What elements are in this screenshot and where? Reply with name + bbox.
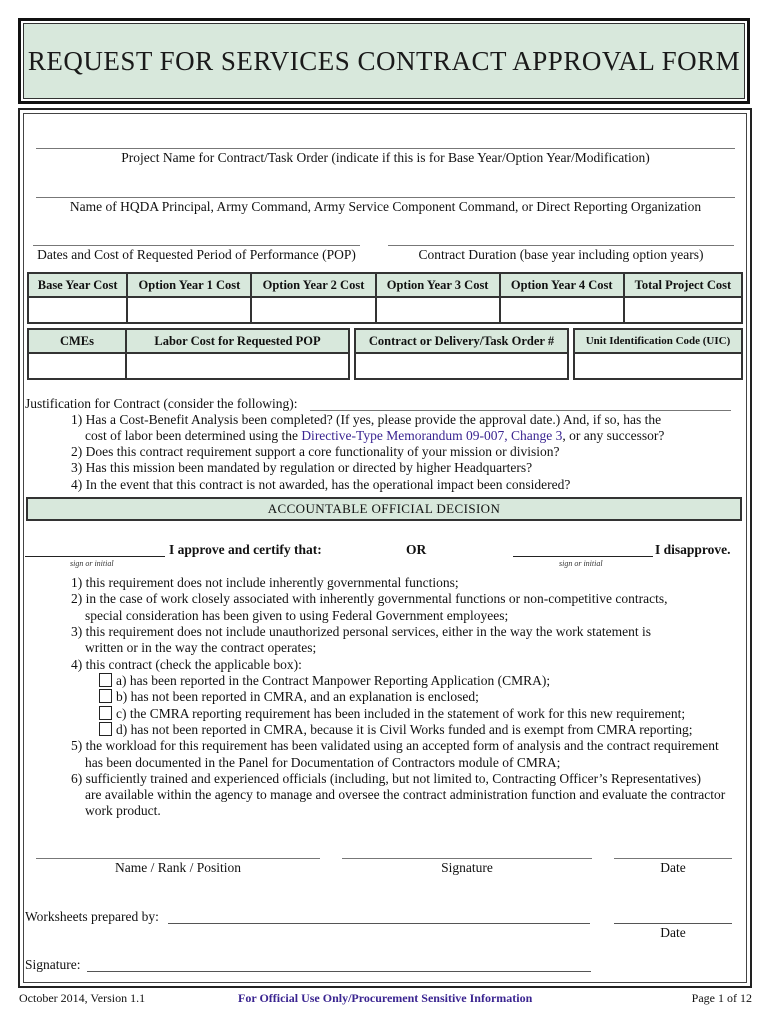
approve-sign-input[interactable] [25, 556, 165, 557]
decision-section-header: Accountable Official Decision [26, 497, 742, 521]
hqda-input[interactable] [36, 197, 735, 198]
disapprove-sign-input[interactable] [513, 556, 653, 557]
signature2-input[interactable] [87, 971, 591, 972]
date2-input[interactable] [614, 923, 732, 924]
col-uic: Unit Identification Code (UIC) [573, 328, 743, 354]
cost-table: Base Year Cost Option Year 1 Cost Option… [26, 272, 744, 324]
order-table: Contract or Delivery/Task Order # [354, 328, 569, 380]
pop-input[interactable] [33, 245, 360, 246]
title-banner: Request for Services Contract Approval F… [18, 18, 750, 104]
approve-label: I approve and certify that: [169, 542, 322, 557]
cert-item-4c: c) the CMRA reporting requirement has be… [116, 706, 686, 721]
cert-item-5: 5) the workload for this requirement has… [71, 738, 719, 753]
col-order-number: Contract or Delivery/Task Order # [354, 328, 569, 354]
justification-item-1-cont: cost of labor been determined using the … [85, 428, 664, 444]
uic-table: Unit Identification Code (UIC) [573, 328, 743, 380]
col-base-year: Base Year Cost [26, 272, 129, 298]
footer-page-number: Page 1 of 12 [691, 991, 752, 1005]
title-banner-inner: Request for Services Contract Approval F… [23, 23, 745, 99]
name-rank-position-label: Name / Rank / Position [115, 860, 241, 875]
total-project-cost-input[interactable] [622, 296, 744, 324]
cert-item-3: 3) this requirement does not include una… [71, 624, 651, 639]
col-option-year-4: Option Year 4 Cost [498, 272, 625, 298]
justification-item-1-suffix: , or any successor? [562, 428, 665, 443]
cert-item-3-cont: written or in the way the contract opera… [85, 640, 317, 655]
decision-section-title: Accountable Official Decision [267, 501, 501, 516]
col-cmes: CMEs [27, 328, 127, 354]
justification-item-2: 2) Does this contract requirement suppor… [71, 444, 560, 459]
signature-label: Signature [441, 860, 493, 875]
duration-label: Contract Duration (base year including o… [418, 247, 704, 262]
footer-version: October 2014, Version 1.1 [19, 991, 146, 1005]
disapprove-sign-hint: sign or initial [559, 559, 603, 568]
dtm-link[interactable]: Directive-Type Memorandum 09-007, Change… [301, 428, 562, 443]
labor-cost-input[interactable] [125, 352, 350, 380]
checkbox-4a[interactable] [99, 673, 112, 687]
col-labor-cost: Labor Cost for Requested POP [125, 328, 350, 354]
project-name-input[interactable] [36, 148, 735, 149]
cert-item-6-cont2: work product. [85, 803, 161, 818]
disapprove-label: I disapprove. [655, 542, 731, 557]
worksheets-input[interactable] [168, 923, 590, 924]
uic-input[interactable] [573, 352, 743, 380]
worksheets-label: Worksheets prepared by: [25, 909, 159, 924]
name-rank-position-input[interactable] [36, 858, 320, 859]
checkbox-4b[interactable] [99, 689, 112, 703]
col-option-year-3: Option Year 3 Cost [374, 272, 501, 298]
pop-label: Dates and Cost of Requested Period of Pe… [37, 247, 356, 262]
order-number-input[interactable] [354, 352, 569, 380]
cert-item-2: 2) in the case of work closely associate… [71, 591, 668, 606]
justification-item-4: 4) In the event that this contract is no… [71, 477, 571, 492]
checkbox-4c[interactable] [99, 706, 112, 720]
approve-sign-hint: sign or initial [70, 559, 114, 568]
hqda-label: Name of HQDA Principal, Army Command, Ar… [69, 199, 702, 214]
form-frame [18, 108, 752, 988]
cert-item-6: 6) sufficiently trained and experienced … [71, 771, 701, 786]
option-year-3-cost-input[interactable] [374, 296, 501, 324]
option-year-2-cost-input[interactable] [250, 296, 377, 324]
cert-item-4d: d) has not been reported in CMRA, becaus… [116, 722, 693, 737]
cert-item-4b: b) has not been reported in CMRA, and an… [116, 689, 479, 704]
page-title: Request for Services Contract Approval F… [27, 45, 741, 76]
justification-label: Justification for Contract (consider the… [25, 396, 298, 411]
duration-input[interactable] [388, 245, 734, 246]
cert-item-6-cont: are available within the agency to manag… [85, 787, 726, 802]
cmes-input[interactable] [27, 352, 127, 380]
form-frame-inner [23, 113, 747, 983]
justification-item-1: 1) Has a Cost-Benefit Analysis been comp… [71, 412, 662, 427]
option-year-1-cost-input[interactable] [126, 296, 253, 324]
col-option-year-1: Option Year 1 Cost [126, 272, 253, 298]
col-total-cost: Total Project Cost [622, 272, 744, 298]
cert-item-5-cont: has been documented in the Panel for Doc… [85, 755, 561, 770]
signature2-label: Signature: [25, 957, 81, 972]
option-year-4-cost-input[interactable] [498, 296, 625, 324]
labor-table: CMEs Labor Cost for Requested POP [27, 328, 350, 380]
base-year-cost-input[interactable] [26, 296, 129, 324]
date-input[interactable] [614, 858, 732, 859]
justification-input[interactable] [310, 410, 731, 411]
cert-item-2-cont: special consideration has been given to … [85, 608, 509, 623]
col-option-year-2: Option Year 2 Cost [250, 272, 377, 298]
cert-item-1: 1) this requirement does not include inh… [71, 575, 459, 590]
checkbox-4d[interactable] [99, 722, 112, 736]
justification-item-1-prefix: cost of labor been determined using the [85, 428, 302, 443]
date-label: Date [660, 860, 686, 875]
footer-classification: For Official Use Only/Procurement Sensit… [238, 991, 533, 1005]
justification-item-3: 3) Has this mission been mandated by reg… [71, 460, 533, 475]
project-name-label: Project Name for Contract/Task Order (in… [121, 150, 650, 165]
signature-input[interactable] [342, 858, 592, 859]
date2-label: Date [660, 925, 686, 940]
cert-item-4a: a) has been reported in the Contract Man… [116, 673, 551, 688]
cert-item-4: 4) this contract (check the applicable b… [71, 657, 302, 672]
or-label: OR [406, 542, 427, 557]
